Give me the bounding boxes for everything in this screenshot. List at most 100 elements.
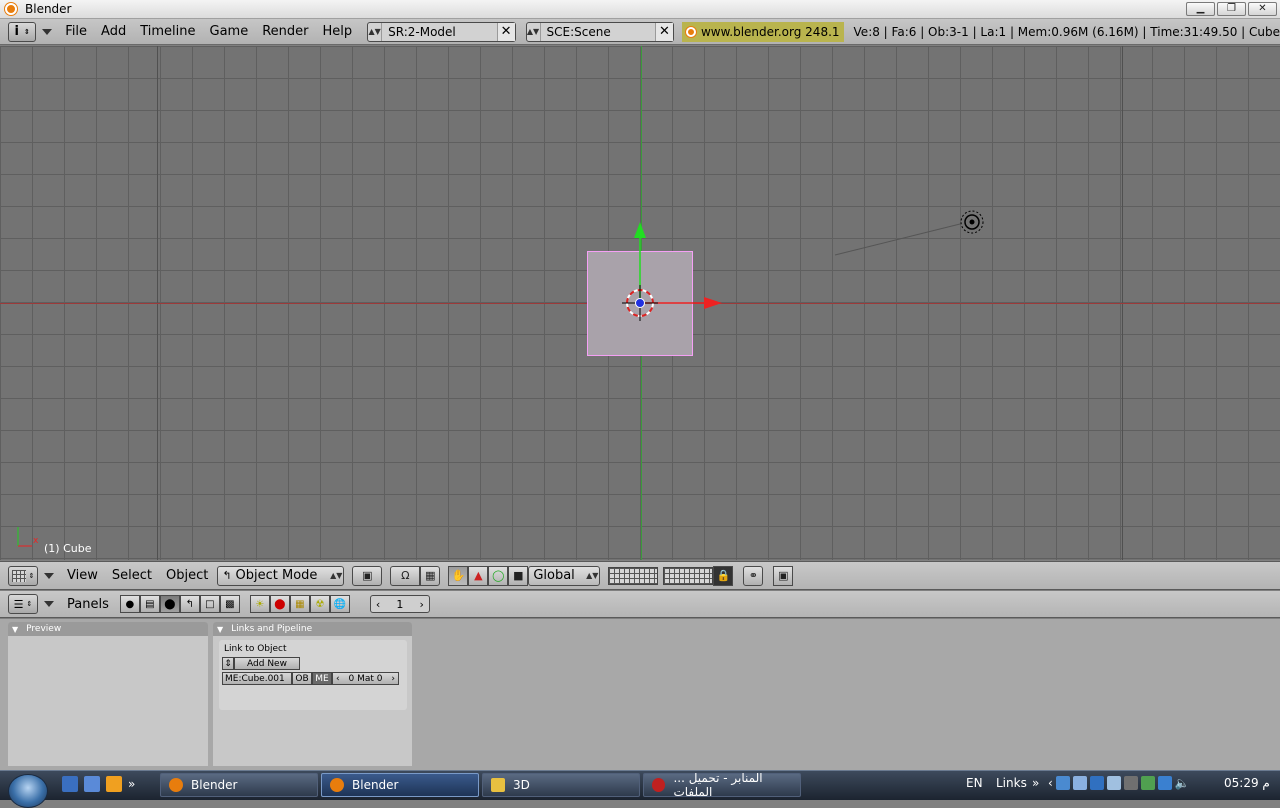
screen-selector[interactable]: ▲▼ SR:2-Model ✕ <box>367 21 516 42</box>
window-type-button[interactable]: ☰ ⇕ <box>8 594 38 614</box>
world-context-button[interactable]: 🌐 <box>329 595 350 613</box>
window-titlebar: Blender ▁ ❐ ✕ <box>0 0 1280 19</box>
minimize-button[interactable]: ▁ <box>1186 2 1215 16</box>
clock[interactable]: م 05:29 <box>1224 776 1270 790</box>
me-button[interactable]: ME <box>312 672 332 685</box>
3d-viewport[interactable]: x (1) Cube <box>0 46 1280 560</box>
tray-app-icon[interactable] <box>1055 776 1070 790</box>
material-index-field[interactable]: ‹ 0 Mat 0 › <box>332 672 399 685</box>
panel-header[interactable]: ▼ Links and Pipeline <box>213 622 412 636</box>
taskbar-item-3d-folder[interactable]: 3D <box>482 773 640 797</box>
volume-icon[interactable]: 🔈 <box>1175 776 1190 790</box>
tray-app-icon[interactable] <box>1123 776 1138 790</box>
network-icon[interactable] <box>1140 776 1155 790</box>
menu-help[interactable]: Help <box>315 24 359 39</box>
mesh-name-field[interactable]: ME:Cube.001 <box>222 672 292 685</box>
texture-context-button[interactable]: ▦ <box>289 595 310 613</box>
blender-website-link[interactable]: www.blender.org 248.1 <box>681 21 844 42</box>
increment-arrow-icon[interactable]: › <box>391 674 395 684</box>
menu-object[interactable]: Object <box>159 568 215 583</box>
object-origin-icon <box>635 298 645 308</box>
tray-app-icon[interactable] <box>1089 776 1104 790</box>
mode-selector[interactable]: ↰ Object Mode ▲▼ <box>217 565 345 586</box>
lock-layers-button[interactable]: 🔒 <box>713 565 734 586</box>
layer-buttons-right[interactable] <box>663 566 714 585</box>
collapse-triangle-icon[interactable]: ▼ <box>217 625 223 634</box>
pivot-button[interactable]: Ω <box>390 565 421 586</box>
draw-type-button[interactable]: ▣ <box>352 565 383 586</box>
window-type-button[interactable]: ⇕ <box>8 565 38 586</box>
taskbar-item-browser[interactable]: ... المنابر - تحميل الملفات <box>643 771 801 799</box>
collapse-triangle-icon[interactable]: ▼ <box>12 625 18 634</box>
browse-button[interactable]: ⇕ <box>222 657 234 670</box>
menu-collapse-arrow-icon[interactable] <box>42 28 53 35</box>
info-icon: i <box>14 24 19 39</box>
panel-header[interactable]: ▼ Preview <box>8 622 208 636</box>
menu-timeline[interactable]: Timeline <box>133 24 202 39</box>
scale-manipulator[interactable]: ■ <box>508 565 529 586</box>
taskbar-item-blender-1[interactable]: Blender <box>160 773 318 797</box>
menu-view[interactable]: View <box>60 568 105 583</box>
menu-collapse-arrow-icon[interactable] <box>44 601 54 607</box>
language-indicator[interactable]: EN <box>966 776 983 790</box>
decrement-arrow-icon[interactable]: ‹ <box>336 674 340 684</box>
orientation-selector[interactable]: Global ▲▼ <box>528 565 601 586</box>
switch-windows-icon[interactable] <box>84 776 100 792</box>
material-context-button[interactable]: ⬤ <box>269 595 290 613</box>
network-icon[interactable] <box>1157 776 1172 790</box>
panel-title: Preview <box>26 624 62 634</box>
menu-game[interactable]: Game <box>203 24 256 39</box>
ob-button[interactable]: OB <box>292 672 312 685</box>
links-toolbar[interactable]: Links <box>996 776 1027 790</box>
maximize-button[interactable]: ❐ <box>1217 2 1246 16</box>
close-button[interactable]: ✕ <box>1248 2 1277 16</box>
link-to-object-group: Link to Object ⇕ Add New ME:Cube.001 OB … <box>219 640 407 710</box>
links-chevron-icon[interactable]: » <box>1032 776 1039 790</box>
tray-app-icon[interactable] <box>1072 776 1087 790</box>
translate-manipulator[interactable]: ▲ <box>468 565 489 586</box>
buttons-window-icon: ☰ <box>13 597 24 611</box>
editing-context-button[interactable]: □ <box>199 595 220 613</box>
tray-expand-icon[interactable]: ‹ <box>1048 776 1053 790</box>
layers-grid-icon[interactable] <box>663 566 714 585</box>
object-context-button[interactable]: ↰ <box>179 595 200 613</box>
menu-panels[interactable]: Panels <box>60 597 116 612</box>
radiosity-context-button[interactable]: ☢ <box>309 595 330 613</box>
decrement-arrow-icon[interactable]: ‹ <box>376 598 380 611</box>
manipulator-toggle[interactable]: ✋ <box>448 565 469 586</box>
scene-selector[interactable]: ▲▼ SCE:Scene ✕ <box>525 21 674 42</box>
menu-file[interactable]: File <box>58 24 94 39</box>
updown-icon: ▲▼ <box>586 571 599 580</box>
start-button[interactable] <box>8 774 48 808</box>
menu-select[interactable]: Select <box>105 568 159 583</box>
taskbar-item-blender-2[interactable]: Blender <box>321 773 479 797</box>
menu-add[interactable]: Add <box>94 24 133 39</box>
increment-arrow-icon[interactable]: › <box>419 598 423 611</box>
script-context-button[interactable]: ▤ <box>139 595 160 613</box>
media-player-icon[interactable] <box>106 776 122 792</box>
tray-app-icon[interactable] <box>1106 776 1121 790</box>
rotate-manipulator[interactable]: ◯ <box>488 565 509 586</box>
blender-logo-icon <box>685 26 696 37</box>
window-type-button[interactable]: i ⇕ <box>8 21 37 42</box>
add-new-button[interactable]: Add New <box>234 657 300 670</box>
quick-launch-chevron-icon[interactable]: » <box>128 777 135 791</box>
delete-screen-icon[interactable]: ✕ <box>496 22 515 41</box>
show-desktop-icon[interactable] <box>62 776 78 792</box>
link-button[interactable]: ⚭ <box>743 565 764 586</box>
delete-scene-icon[interactable]: ✕ <box>654 22 673 41</box>
menu-collapse-arrow-icon[interactable] <box>44 572 54 579</box>
logic-context-button[interactable]: ● <box>119 595 140 613</box>
render-button[interactable]: ▣ <box>773 565 794 586</box>
scene-context-button[interactable]: ▩ <box>219 595 240 613</box>
layers-grid-icon[interactable] <box>608 566 659 585</box>
layer-lock-button[interactable]: ▦ <box>420 565 441 586</box>
menu-render[interactable]: Render <box>255 24 315 39</box>
lamp-context-button[interactable]: ☀ <box>249 595 270 613</box>
screen-name[interactable]: SR:2-Model <box>382 25 496 39</box>
shading-context-button[interactable]: ⬤ <box>159 595 180 613</box>
shading-icon: ▣ <box>362 569 373 582</box>
scene-name[interactable]: SCE:Scene <box>541 25 655 39</box>
layer-buttons-left[interactable] <box>608 566 659 585</box>
frame-number-field[interactable]: ‹ 1 › <box>369 595 430 613</box>
